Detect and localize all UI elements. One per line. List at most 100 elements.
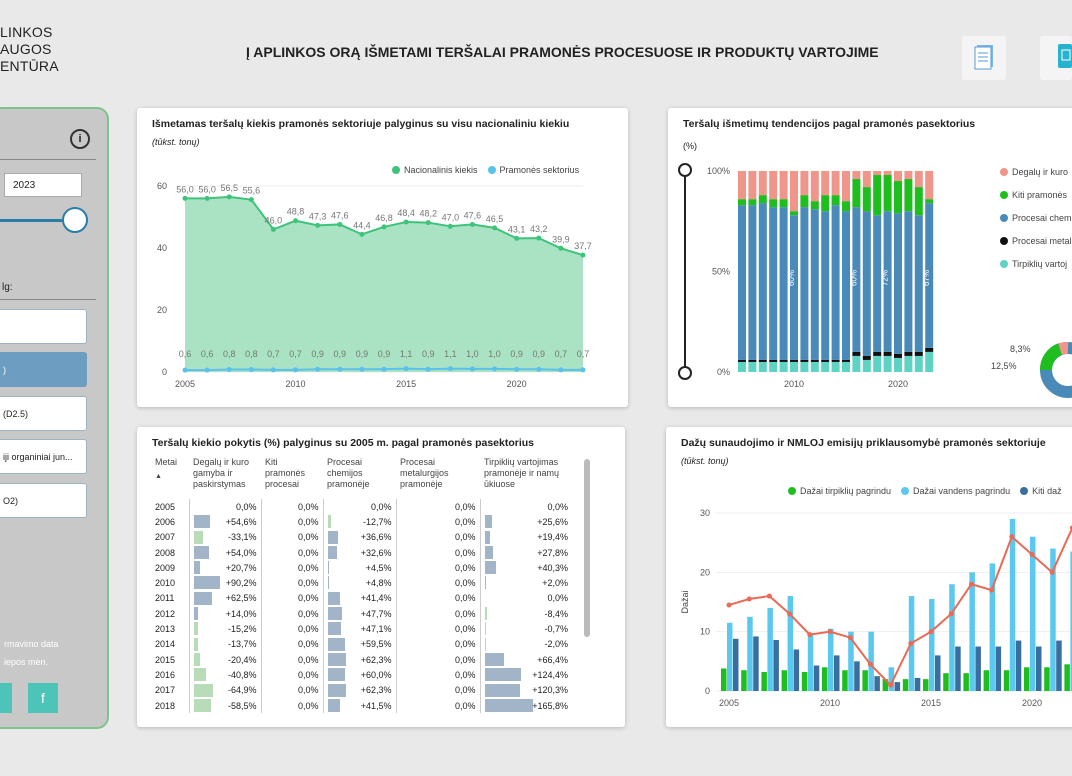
change-bar [193,607,198,621]
legend-label: Procesai metal [1012,236,1072,246]
stacked-bar-segment [738,199,746,206]
table-cell-value: 0,0% [260,529,323,545]
stacked-bar-segment [894,357,902,372]
stacked-bar-segment [748,361,757,372]
table-cell-value: +60,0% [322,667,396,683]
stacked-bar-segment [862,211,871,356]
stacked-bar-segment [738,361,746,372]
stacked-bar-segment [769,207,778,360]
table-cell-value: +62,5% [188,590,261,607]
table-cell-value: 0,0% [260,606,323,622]
table-cell-value: 0,0% [395,529,480,545]
industry-point [270,367,276,373]
national-point [315,222,321,228]
table-row: 2011 +62,5% 0,0% +41,4% 0,0% 0,0% [151,590,572,607]
column-header[interactable]: Degalų ir kuro gamyba ir paskirstymas [189,457,261,499]
table-cell-value: +165,8% [479,697,572,714]
industry-point [381,366,387,372]
column-header[interactable]: Procesai chemijos pramonėje [323,457,396,499]
year-slider-track[interactable] [0,219,62,222]
bar [807,634,814,691]
change-bar [327,545,338,559]
stacked-bar-segment [883,351,892,356]
nmvoc-point [1049,569,1055,575]
stacked-bar-segment [769,199,778,208]
industry-data-label: 0,7 [555,349,568,359]
change-bar [327,698,340,712]
year-input[interactable]: 2023 [4,173,82,197]
bar [721,668,727,691]
bar [983,670,990,691]
facebook-icon[interactable]: f [28,683,58,713]
table-cell-value: 0,0% [188,499,261,515]
stacked-bar-segment [738,171,746,200]
pollutant-button[interactable]: (D2.5) [0,396,87,431]
info-icon[interactable]: i [70,129,90,149]
national-data-label: 56,0 [176,184,194,194]
stacked-bar-segment [810,171,819,202]
nmvoc-point [928,629,934,635]
national-point [293,218,299,224]
pollutant-button[interactable]: iji organiniai jun... [0,439,87,474]
stacked-bar-segment [873,351,882,356]
table-cell-value: 0,0% [260,575,323,591]
document-icon[interactable] [962,36,1006,80]
change-bar [327,668,346,682]
column-header-year[interactable]: Metai ▲ [151,457,189,499]
pollutant-button-active[interactable]: ) [0,352,87,387]
table-cell-value: +41,4% [322,590,396,607]
column-header[interactable]: Tirpiklių vartojimas pramonėje ir namų ū… [480,457,572,499]
stacked-bar-segment [779,361,788,372]
bar [902,679,909,691]
stacked-bar-segment [914,351,923,356]
page-title: Į APLINKOS ORĄ IŠMETAMI TERŠALAI PRAMONĖ… [246,44,879,60]
table-cell-value: 0,0% [395,697,480,714]
stacked-bar-segment [904,179,913,212]
stacked-bar-segment [810,209,819,360]
year-slider-handle[interactable] [62,207,88,233]
export-icon[interactable] [1040,36,1072,80]
y-tick-label: 100% [707,166,730,176]
nmvoc-point [807,632,813,638]
pollutant-button[interactable] [0,309,87,344]
table-row: 2013 -15,2% 0,0% +47,1% 0,0% -0,7% [151,621,572,637]
stacked-bar-segment [862,187,871,212]
stacked-bar-segment [748,171,757,200]
bar [834,655,840,691]
stacked-bar-segment [925,199,934,204]
change-bar [484,515,493,529]
nmvoc-point [827,629,833,635]
industry-data-label: 0,9 [334,349,347,359]
national-data-label: 56,5 [220,183,238,193]
x-tick-label: 2020 [1022,698,1042,708]
bar [1015,640,1022,691]
bar [874,676,880,691]
bar [793,649,800,691]
x-tick-label: 2010 [820,698,840,708]
column-header[interactable]: Kiti pramonės procesai [261,457,323,499]
table-cell-value: 0,0% [395,651,480,668]
table-cell-value: +4,5% [322,560,396,576]
stacked-bar-segment [821,195,830,212]
table-row: 2017 -64,9% 0,0% +62,3% 0,0% +120,3% [151,682,572,698]
national-area [185,196,583,372]
instagram-icon[interactable] [0,683,12,713]
table-cell-value: +54,0% [188,544,261,561]
industry-data-label: 0,9 [378,349,391,359]
bar [801,672,808,691]
national-point [492,225,498,231]
bar [773,639,779,691]
stacked-bar-segment [769,171,778,200]
industry-point [226,367,232,373]
table-cell-value: +27,8% [479,544,572,561]
pollutant-button[interactable]: O2) [0,483,87,518]
industry-data-label: 0,7 [289,349,302,359]
table-scrollbar[interactable] [584,459,590,637]
national-point [580,252,586,258]
y-tick-label: 20 [700,567,710,577]
column-header[interactable]: Procesai metalurgijos pramonėje [396,457,480,499]
table-cell-year: 2010 [155,578,176,589]
nmvoc-point [847,635,853,641]
table-title: Teršalų kiekio pokytis (%) palyginus su … [152,437,535,449]
national-point [337,221,343,227]
